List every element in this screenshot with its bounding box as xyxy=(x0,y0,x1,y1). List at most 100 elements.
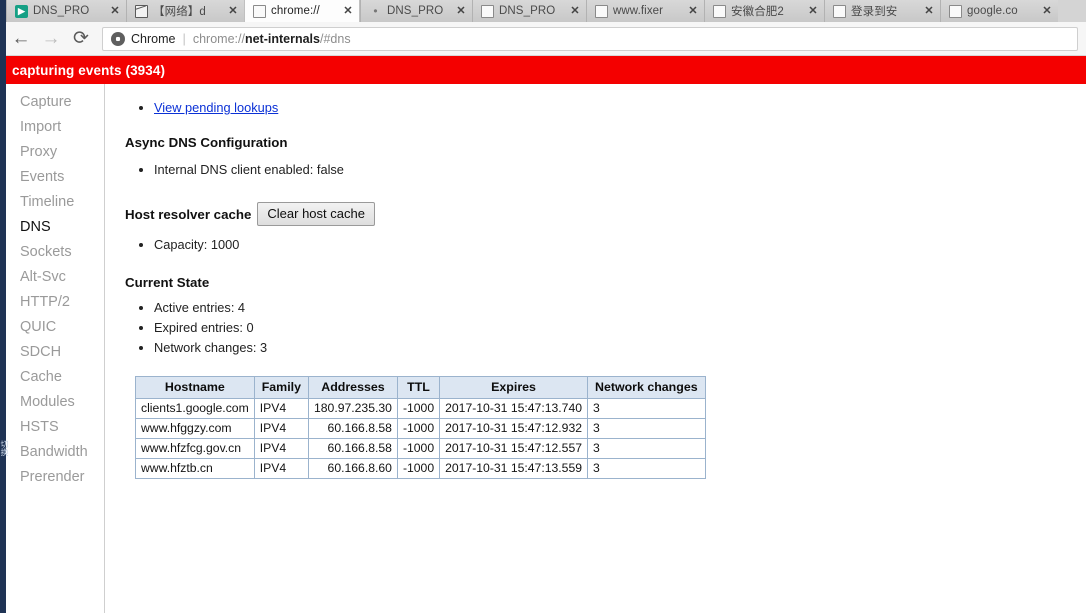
tab-close-icon[interactable]: ✕ xyxy=(226,4,240,18)
forward-button[interactable]: → xyxy=(36,24,66,54)
sidebar-item-capture[interactable]: Capture xyxy=(6,90,104,115)
table-row: www.hfztb.cn IPV4 60.166.8.60 -1000 2017-10-… xyxy=(135,458,706,479)
page-icon xyxy=(833,4,846,18)
current-state-heading: Current State xyxy=(125,275,210,290)
green-play-icon: ▶ xyxy=(15,4,28,18)
cell-hostname: www.hfztb.cn xyxy=(135,458,255,479)
pending-lookups-item: View pending lookups xyxy=(154,98,1086,118)
current-state-list: Active entries: 4 Expired entries: 0 Net… xyxy=(138,298,1086,358)
sidebar-item-proxy[interactable]: Proxy xyxy=(6,140,104,165)
tab-close-icon[interactable]: ✕ xyxy=(806,4,820,18)
url-path: /#dns xyxy=(319,31,351,46)
async-dns-list: Internal DNS client enabled: false xyxy=(138,160,1086,180)
browser-tab-0[interactable]: ▶ DNS_PRO ✕ xyxy=(6,0,126,22)
sidebar-item-bandwidth[interactable]: Bandwidth xyxy=(6,440,104,465)
browser-tab-7[interactable]: 登录到安 ✕ xyxy=(824,0,940,22)
page-icon xyxy=(949,4,962,18)
browser-tab-4[interactable]: DNS_PRO ✕ xyxy=(472,0,586,22)
tab-close-icon[interactable]: ✕ xyxy=(108,4,122,18)
tab-title: DNS_PRO xyxy=(387,5,444,17)
address-bar[interactable]: Chrome | chrome://net-internals/#dns xyxy=(102,26,1078,51)
tab-title: google.co xyxy=(967,5,1018,17)
security-chip-label: Chrome xyxy=(131,31,176,46)
cell-hostname: www.hfggzy.com xyxy=(135,418,255,439)
cell-family: IPV4 xyxy=(253,438,309,459)
sidebar-item-alt-svc[interactable]: Alt-Svc xyxy=(6,265,104,290)
sidebar-item-quic[interactable]: QUIC xyxy=(6,315,104,340)
browser-tab-3[interactable]: • DNS_PRO ✕ xyxy=(360,0,472,22)
cell-family: IPV4 xyxy=(253,418,309,439)
column-header-5: Network changes xyxy=(587,376,706,399)
host-resolver-cache-header: Host resolver cache Clear host cache xyxy=(125,202,1086,226)
capacity-item: Capacity: 1000 xyxy=(154,235,1086,255)
browser-tab-1[interactable]: 【网络】d ✕ xyxy=(126,0,244,22)
table-body: clients1.google.com IPV4 180.97.235.30 -100… xyxy=(135,398,706,479)
cell-expires: 2017-10-31 15:47:13.559 xyxy=(439,458,588,479)
async-dns-heading: Async DNS Configuration xyxy=(125,135,288,150)
sidebar-item-sockets[interactable]: Sockets xyxy=(6,240,104,265)
back-button[interactable]: ← xyxy=(6,24,36,54)
tab-close-icon[interactable]: ✕ xyxy=(922,4,936,18)
mail-icon xyxy=(135,4,148,18)
tab-close-icon[interactable]: ✕ xyxy=(341,4,355,18)
cell-ttl: -1000 xyxy=(396,438,441,459)
cell-ttl: -1000 xyxy=(396,398,441,419)
cell-addresses: 180.97.235.30 xyxy=(307,398,398,419)
tab-title: DNS_PRO xyxy=(33,5,90,17)
edge-toggle-label[interactable]: 切换 xyxy=(0,440,10,456)
browser-tab-8[interactable]: google.co ✕ xyxy=(940,0,1058,22)
cell-expires: 2017-10-31 15:47:12.932 xyxy=(439,418,588,439)
tab-close-icon[interactable]: ✕ xyxy=(1040,4,1054,18)
capturing-events-banner: capturing events (3934) xyxy=(0,56,1086,84)
chrome-logo-icon xyxy=(111,31,125,46)
cell-addresses: 60.166.8.60 xyxy=(307,458,398,479)
browser-toolbar: ← → ⟳ Chrome | chrome://net-internals/#d… xyxy=(0,22,1086,56)
internal-dns-client-item: Internal DNS client enabled: false xyxy=(154,160,1086,180)
tab-title: 安徽合肥2 xyxy=(731,6,784,18)
window-edge-strip xyxy=(0,0,6,613)
cache-capacity-list: Capacity: 1000 xyxy=(138,235,1086,255)
tab-title: 【网络】d xyxy=(153,6,206,18)
cell-network_changes: 3 xyxy=(587,438,706,459)
tab-title: www.fixer xyxy=(613,5,664,17)
pending-lookups-list: View pending lookups xyxy=(138,98,1086,118)
tab-title: DNS_PRO xyxy=(499,5,556,17)
browser-tab-6[interactable]: 安徽合肥2 ✕ xyxy=(704,0,824,22)
url-domain: net-internals xyxy=(244,31,320,46)
cell-expires: 2017-10-31 15:47:12.557 xyxy=(439,438,588,459)
cell-addresses: 60.166.8.58 xyxy=(307,418,398,439)
tab-title: chrome:// xyxy=(271,5,320,17)
sidebar-item-timeline[interactable]: Timeline xyxy=(6,190,104,215)
browser-tab-5[interactable]: www.fixer ✕ xyxy=(586,0,704,22)
dns-panel: View pending lookups Async DNS Configura… xyxy=(106,84,1086,613)
net-internals-sidebar: Capture Import Proxy Events Timeline DNS Socke… xyxy=(6,84,105,613)
cell-ttl: -1000 xyxy=(396,418,441,439)
address-bar-url: chrome://net-internals/#dns xyxy=(193,32,351,46)
page-icon xyxy=(713,4,726,18)
cell-family: IPV4 xyxy=(253,398,309,419)
tab-close-icon[interactable]: ✕ xyxy=(454,4,468,18)
browser-tab-2[interactable]: chrome:// ✕ xyxy=(244,0,360,22)
sidebar-item-http-2[interactable]: HTTP/2 xyxy=(6,290,104,315)
sidebar-item-prerender[interactable]: Prerender xyxy=(6,465,104,490)
sidebar-item-modules[interactable]: Modules xyxy=(6,390,104,415)
sidebar-item-events[interactable]: Events xyxy=(6,165,104,190)
view-pending-lookups-link[interactable]: View pending lookups xyxy=(154,100,278,115)
sidebar-item-dns[interactable]: DNS xyxy=(6,215,104,240)
cell-family: IPV4 xyxy=(253,458,309,479)
sidebar-item-cache[interactable]: Cache xyxy=(6,365,104,390)
window-left-edge xyxy=(0,0,6,22)
cell-network_changes: 3 xyxy=(587,398,706,419)
sidebar-item-hsts[interactable]: HSTS xyxy=(6,415,104,440)
cell-expires: 2017-10-31 15:47:13.740 xyxy=(439,398,588,419)
sidebar-item-sdch[interactable]: SDCH xyxy=(6,340,104,365)
sidebar-item-import[interactable]: Import xyxy=(6,115,104,140)
tab-close-icon[interactable]: ✕ xyxy=(568,4,582,18)
clear-host-cache-button[interactable]: Clear host cache xyxy=(257,202,375,226)
url-prefix: chrome:// xyxy=(192,31,245,46)
dot-icon: • xyxy=(373,3,378,18)
table-header-row: Hostname Family Addresses TTL Expires Network… xyxy=(135,376,706,399)
column-header-3: TTL xyxy=(396,376,441,399)
reload-button[interactable]: ⟳ xyxy=(66,24,96,54)
tab-close-icon[interactable]: ✕ xyxy=(686,4,700,18)
